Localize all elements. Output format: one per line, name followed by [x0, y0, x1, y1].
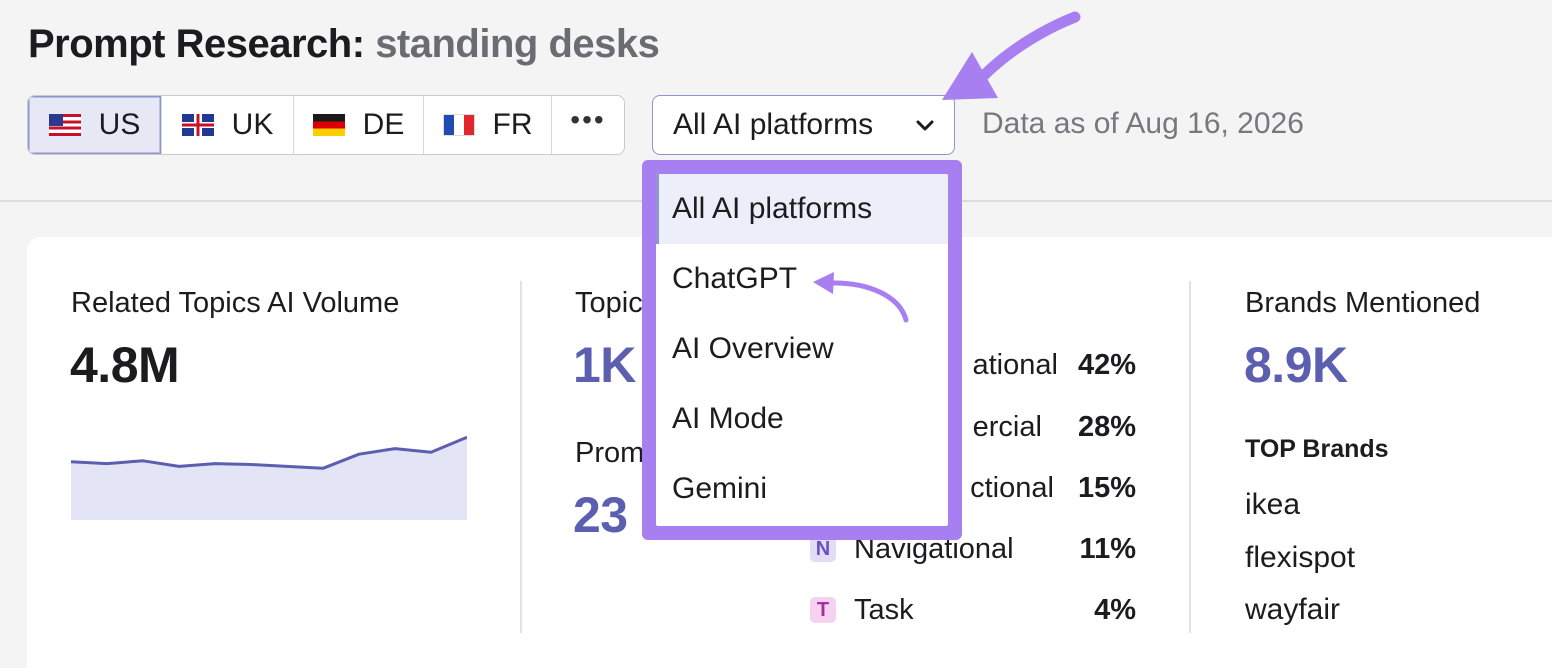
intent-pct: 15% — [1077, 471, 1136, 504]
database-tab-label: FR — [492, 108, 533, 141]
dropdown-option-chatgpt[interactable]: ChatGPT — [656, 244, 948, 314]
prompts-label: Prom — [575, 437, 645, 469]
chevron-down-icon — [916, 120, 934, 131]
ai-platform-select-value: All AI platforms — [673, 108, 874, 141]
dropdown-option-ai-overview[interactable]: AI Overview — [656, 314, 948, 384]
prompts-value: 23 — [573, 487, 628, 543]
title-keyword: standing desks — [375, 22, 660, 66]
column-divider — [520, 281, 522, 633]
brand-item[interactable]: wayfair — [1245, 593, 1340, 627]
dropdown-option-ai-mode[interactable]: AI Mode — [656, 384, 948, 454]
intent-pct: 11% — [1079, 532, 1136, 565]
brands-value: 8.9K — [1244, 337, 1348, 393]
intent-pct: 28% — [1077, 410, 1136, 443]
column-divider — [1189, 281, 1191, 633]
more-databases-button[interactable]: ••• — [552, 96, 624, 154]
volume-value: 4.8M — [70, 337, 180, 393]
title-prefix: Prompt Research: — [28, 22, 365, 66]
de-flag-icon — [312, 114, 345, 136]
us-flag-icon — [48, 114, 81, 136]
database-tab-label: UK — [231, 108, 274, 141]
page-title: Prompt Research: standing desks — [28, 22, 660, 67]
ai-platform-select[interactable]: All AI platforms — [652, 95, 955, 155]
big-arrow-icon — [942, 11, 1081, 100]
brand-item[interactable]: ikea — [1245, 488, 1300, 522]
database-tab-fr[interactable]: FR — [424, 96, 552, 154]
ai-platform-dropdown: All AI platforms ChatGPT AI Overview AI … — [642, 160, 962, 540]
database-tabs: US UK DE FR ••• — [27, 95, 625, 155]
database-tab-uk[interactable]: UK — [162, 96, 294, 154]
database-tab-label: US — [98, 108, 141, 141]
database-tab-de[interactable]: DE — [294, 96, 424, 154]
uk-flag-icon — [181, 114, 214, 136]
intent-pct: 4% — [1094, 593, 1136, 626]
intent-badge-t: T — [810, 597, 836, 623]
intent-pct: 42% — [1077, 348, 1136, 381]
database-tab-us[interactable]: US — [28, 96, 162, 154]
intent-name: Task — [854, 593, 914, 626]
brand-item[interactable]: flexispot — [1245, 541, 1355, 575]
topics-value: 1K — [573, 337, 636, 393]
database-tab-label: DE — [362, 108, 405, 141]
dropdown-option-gemini[interactable]: Gemini — [656, 454, 948, 524]
dropdown-option-all-ai-platforms[interactable]: All AI platforms — [656, 174, 948, 244]
top-brands-heading: TOP Brands — [1245, 435, 1389, 463]
intent-row-task: T Task 4% — [810, 590, 1136, 630]
brands-label: Brands Mentioned — [1245, 287, 1481, 319]
data-date: Data as of Aug 16, 2026 — [982, 107, 1304, 140]
fr-flag-icon — [442, 114, 475, 136]
volume-sparkline — [71, 435, 467, 520]
volume-label: Related Topics AI Volume — [71, 287, 400, 319]
topics-label: Topic — [575, 287, 643, 319]
more-dots-icon: ••• — [570, 104, 606, 135]
dropdown-menu: All AI platforms ChatGPT AI Overview AI … — [656, 174, 948, 526]
